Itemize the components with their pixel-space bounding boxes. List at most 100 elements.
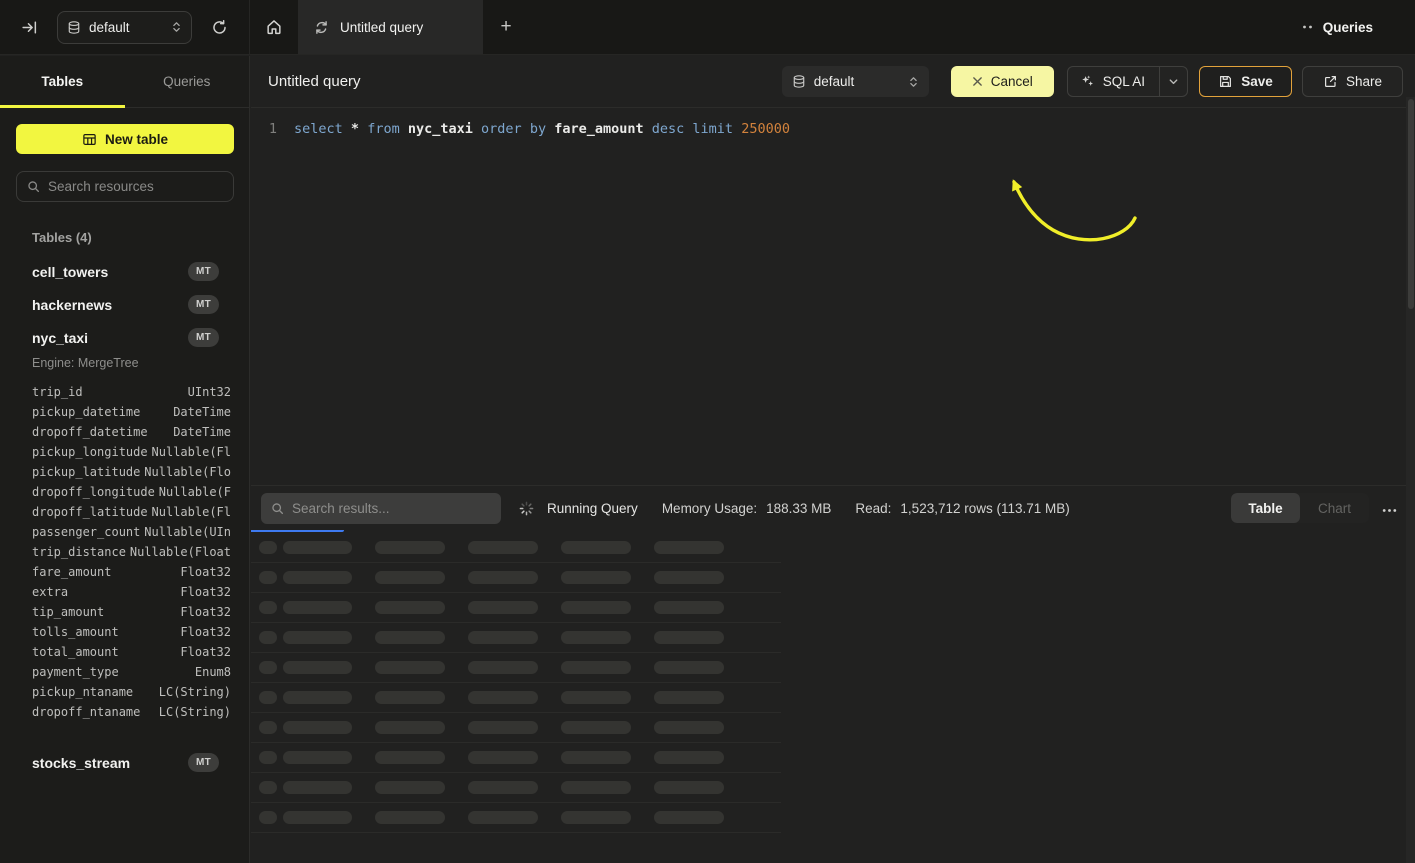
close-icon: [972, 76, 983, 87]
column-row: dropoff_latitudeNullable(Fl: [32, 502, 231, 522]
table-row-skeleton: [251, 803, 781, 833]
skeleton-cell: [561, 811, 631, 824]
skeleton-cell: [375, 631, 445, 644]
sparkles-icon: [1080, 74, 1095, 89]
tab-untitled-query[interactable]: Untitled query: [298, 0, 483, 54]
skeleton-cell: [654, 811, 724, 824]
refresh-icon: [211, 19, 228, 36]
engine-badge: MT: [188, 262, 219, 281]
sidebar-item-stocks-stream[interactable]: stocks_stream MT: [0, 746, 249, 779]
column-row: extraFloat32: [32, 582, 231, 602]
more-options-button[interactable]: [1382, 501, 1397, 516]
column-row: dropoff_longitudeNullable(F: [32, 482, 231, 502]
top-bar-left: default: [0, 0, 250, 54]
skeleton-cell: [561, 751, 631, 764]
skeleton-cell: [375, 811, 445, 824]
skeleton-cell: [375, 571, 445, 584]
skeleton-cell: [654, 571, 724, 584]
search-resources-input[interactable]: [48, 179, 223, 194]
new-table-button[interactable]: New table: [16, 124, 234, 154]
skeleton-cell: [561, 541, 631, 554]
home-button[interactable]: [250, 0, 298, 54]
skeleton-cell: [375, 721, 445, 734]
database-icon: [67, 20, 81, 35]
new-tab-button[interactable]: +: [483, 0, 529, 54]
search-results-input[interactable]: [292, 501, 491, 516]
queries-icon: [1302, 23, 1314, 31]
collapse-sidebar-button[interactable]: [16, 14, 42, 40]
column-row: total_amountFloat32: [32, 642, 231, 662]
sidebar-tab-tables[interactable]: Tables: [0, 56, 125, 107]
skeleton-cell: [283, 811, 352, 824]
sidebar-tabs: Tables Queries: [0, 56, 249, 108]
table-row-skeleton: [251, 593, 781, 623]
sidebar-item-hackernews[interactable]: hackernews MT: [0, 288, 249, 321]
skeleton-cell: [375, 541, 445, 554]
engine-badge: MT: [188, 328, 219, 347]
top-bar: default: [0, 0, 1415, 55]
nyc-taxi-columns-list: trip_idUInt32pickup_datetimeDateTimedrop…: [0, 378, 249, 732]
skeleton-cell: [468, 661, 538, 674]
query-database-selector[interactable]: default: [782, 66, 929, 97]
sql-editor[interactable]: 1 select * from nyc_taxi order by fare_a…: [251, 108, 1415, 485]
skeleton-cell: [561, 601, 631, 614]
column-row: dropoff_ntanameLC(String): [32, 702, 231, 722]
save-button[interactable]: Save: [1199, 66, 1292, 97]
column-row: dropoff_datetimeDateTime: [32, 422, 231, 442]
skeleton-cell: [283, 631, 352, 644]
column-row: tolls_amountFloat32: [32, 622, 231, 642]
refresh-button[interactable]: [206, 14, 232, 40]
cancel-button[interactable]: Cancel: [951, 66, 1054, 97]
column-row: payment_typeEnum8: [32, 662, 231, 682]
loading-spinner-icon: [519, 501, 534, 516]
share-icon: [1323, 74, 1338, 89]
table-row-skeleton: [251, 713, 781, 743]
sidebar-item-nyc-taxi[interactable]: nyc_taxi MT: [0, 321, 249, 354]
scrollbar-thumb[interactable]: [1408, 99, 1414, 309]
skeleton-cell: [654, 661, 724, 674]
skeleton-cell: [259, 751, 277, 764]
sql-ai-dropdown-button[interactable]: [1159, 67, 1187, 96]
skeleton-cell: [468, 631, 538, 644]
annotation-arrow-icon: [990, 158, 1150, 253]
skeleton-cell: [375, 601, 445, 614]
skeleton-cell: [375, 781, 445, 794]
skeleton-cell: [468, 571, 538, 584]
sidebar-tab-queries[interactable]: Queries: [125, 56, 250, 107]
skeleton-cell: [375, 751, 445, 764]
share-label: Share: [1346, 74, 1382, 89]
results-search: [261, 493, 501, 524]
database-selector[interactable]: default: [57, 11, 192, 44]
query-header-actions: default Cancel: [782, 66, 1403, 97]
skeleton-cell: [561, 691, 631, 704]
skeleton-cell: [259, 541, 277, 554]
skeleton-cell: [283, 691, 352, 704]
skeleton-cell: [561, 721, 631, 734]
share-button[interactable]: Share: [1302, 66, 1403, 97]
column-row: pickup_datetimeDateTime: [32, 402, 231, 422]
vertical-scrollbar[interactable]: [1406, 97, 1415, 863]
results-toolbar: Running Query Memory Usage: 188.33 MB Re…: [251, 485, 1415, 530]
column-row: fare_amountFloat32: [32, 562, 231, 582]
sql-console-app: default: [0, 0, 1415, 863]
sql-ai-split-button: SQL AI: [1067, 66, 1188, 97]
database-selector-value: default: [89, 20, 163, 35]
sidebar-item-cell-towers[interactable]: cell_towers MT: [0, 255, 249, 288]
code-line: 1 select * from nyc_taxi order by fare_a…: [251, 119, 1415, 139]
skeleton-cell: [561, 631, 631, 644]
column-row: passenger_countNullable(UIn: [32, 522, 231, 542]
skeleton-cell: [283, 571, 352, 584]
skeleton-cell: [259, 601, 277, 614]
skeleton-cell: [259, 661, 277, 674]
queries-link[interactable]: Queries: [1302, 20, 1373, 35]
view-toggle-chart[interactable]: Chart: [1300, 493, 1369, 523]
table-name: nyc_taxi: [32, 330, 188, 346]
save-icon: [1218, 74, 1233, 89]
skeleton-cell: [654, 751, 724, 764]
query-progress-bar: [251, 530, 344, 532]
view-toggle-table[interactable]: Table: [1231, 493, 1300, 523]
sql-ai-button[interactable]: SQL AI: [1068, 67, 1159, 96]
skeleton-cell: [654, 631, 724, 644]
plus-icon: +: [500, 16, 511, 38]
main-panel: Untitled query default: [251, 56, 1415, 863]
